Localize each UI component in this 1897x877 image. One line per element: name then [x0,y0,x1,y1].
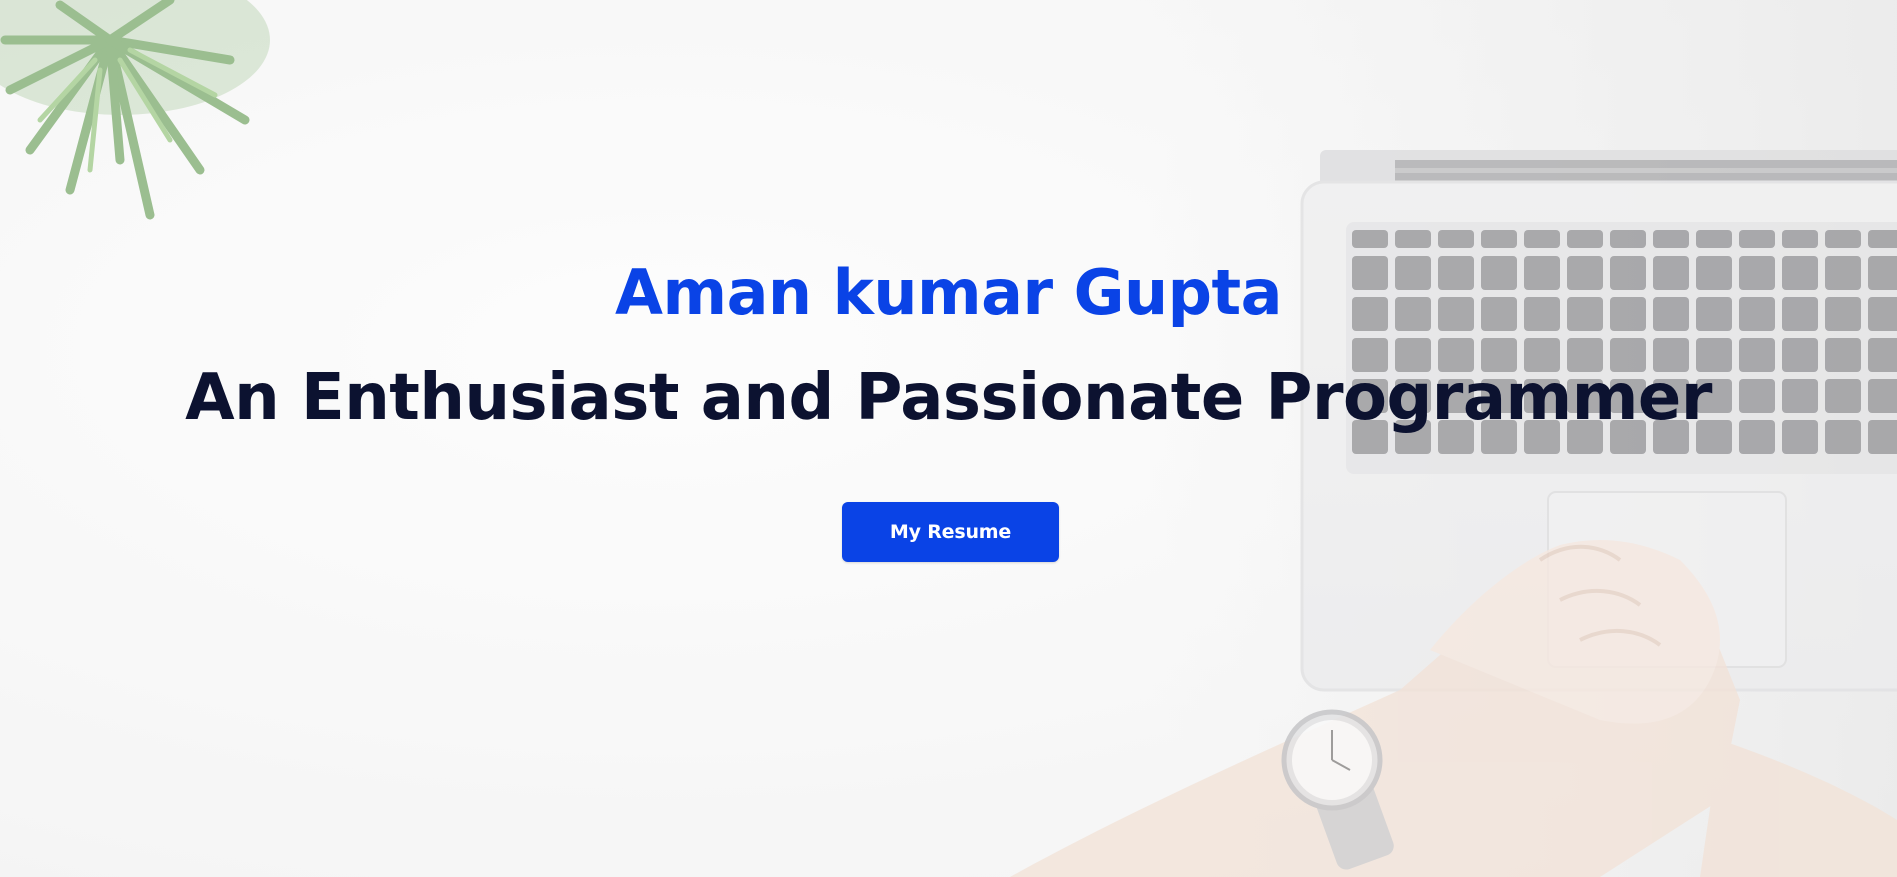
my-resume-button[interactable]: My Resume [842,502,1059,562]
hero-section: Aman kumar Gupta An Enthusiast and Passi… [0,0,1897,877]
hero-name-heading: Aman kumar Gupta [614,256,1283,329]
hero-tagline: An Enthusiast and Passionate Programmer [185,361,1712,435]
hero-content: Aman kumar Gupta An Enthusiast and Passi… [0,0,1897,877]
